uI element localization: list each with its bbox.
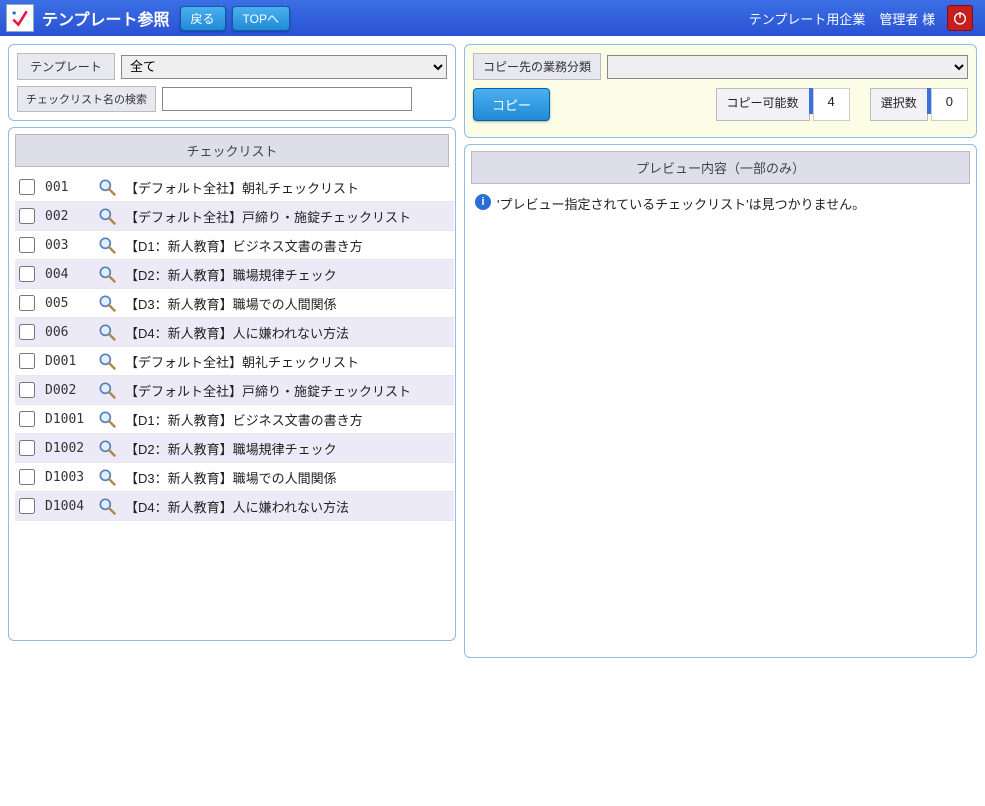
row-code: D1003	[45, 470, 89, 485]
logout-button[interactable]	[947, 5, 973, 31]
checklist-panel: チェックリスト 001 【デフォルト全社】朝礼チェックリスト 002 【デフォルト全社…	[8, 127, 456, 641]
row-title: 【デフォルト全社】戸締り・施錠チェックリスト	[125, 381, 450, 400]
table-row: 006 【D4：新人教育】人に嫌われない方法	[15, 318, 454, 347]
magnifier-icon[interactable]	[95, 438, 119, 458]
row-checkbox[interactable]	[19, 208, 35, 224]
table-row: D1001 【D1：新人教育】ビジネス文書の書き方	[15, 405, 454, 434]
row-code: 004	[45, 267, 89, 282]
app-logo	[6, 4, 34, 32]
topbar-right: テンプレート用企業 管理者 様	[735, 5, 973, 31]
copy-button[interactable]: コピー	[473, 88, 550, 121]
copy-category-label: コピー先の業務分類	[473, 53, 601, 80]
row-checkbox[interactable]	[19, 324, 35, 340]
search-label: チェックリスト名の検索	[17, 86, 156, 112]
magnifier-icon[interactable]	[95, 235, 119, 255]
magnifier-icon[interactable]	[95, 351, 119, 371]
magnifier-icon[interactable]	[95, 293, 119, 313]
row-code: D001	[45, 354, 89, 369]
row-checkbox[interactable]	[19, 382, 35, 398]
copy-category-select[interactable]	[607, 55, 968, 79]
row-code: D1001	[45, 412, 89, 427]
magnifier-icon[interactable]	[95, 322, 119, 342]
row-title: 【D4：新人教育】人に嫌われない方法	[125, 497, 450, 516]
checklist-body[interactable]: 001 【デフォルト全社】朝礼チェックリスト 002 【デフォルト全社】戸締り・施錠チ…	[15, 173, 454, 634]
row-title: 【D3：新人教育】職場での人間関係	[125, 294, 450, 313]
row-code: 001	[45, 180, 89, 195]
row-code: 003	[45, 238, 89, 253]
magnifier-icon[interactable]	[95, 467, 119, 487]
user-label: 管理者 様	[879, 9, 935, 28]
top-button[interactable]: TOPへ	[232, 6, 290, 31]
table-row: D1003 【D3：新人教育】職場での人間関係	[15, 463, 454, 492]
template-label: テンプレート	[17, 53, 115, 80]
checklist-header: チェックリスト	[15, 134, 449, 167]
row-title: 【D2：新人教育】職場規律チェック	[125, 439, 450, 458]
row-code: 006	[45, 325, 89, 340]
table-row: D1002 【D2：新人教育】職場規律チェック	[15, 434, 454, 463]
row-code: D1004	[45, 499, 89, 514]
preview-panel: プレビュー内容（一部のみ） i 'プレビュー指定されているチェックリスト'は見つ…	[464, 144, 977, 658]
row-code: D002	[45, 383, 89, 398]
row-checkbox[interactable]	[19, 411, 35, 427]
magnifier-icon[interactable]	[95, 206, 119, 226]
page-title: テンプレート参照	[42, 6, 170, 30]
company-label: テンプレート用企業	[749, 9, 866, 28]
row-code: D1002	[45, 441, 89, 456]
row-checkbox[interactable]	[19, 498, 35, 514]
row-code: 005	[45, 296, 89, 311]
row-title: 【D1：新人教育】ビジネス文書の書き方	[125, 236, 450, 255]
row-title: 【デフォルト全社】朝礼チェックリスト	[125, 178, 450, 197]
search-input[interactable]	[162, 87, 412, 111]
row-title: 【デフォルト全社】戸締り・施錠チェックリスト	[125, 207, 450, 226]
row-checkbox[interactable]	[19, 440, 35, 456]
table-row: D1004 【D4：新人教育】人に嫌われない方法	[15, 492, 454, 521]
magnifier-icon[interactable]	[95, 264, 119, 284]
row-title: 【D2：新人教育】職場規律チェック	[125, 265, 450, 284]
top-bar: テンプレート参照 戻る TOPへ テンプレート用企業 管理者 様	[0, 0, 985, 36]
template-select[interactable]: 全て	[121, 55, 447, 79]
table-row: 004 【D2：新人教育】職場規律チェック	[15, 260, 454, 289]
row-checkbox[interactable]	[19, 469, 35, 485]
power-icon	[952, 10, 968, 26]
row-title: 【デフォルト全社】朝礼チェックリスト	[125, 352, 450, 371]
table-row: D001 【デフォルト全社】朝礼チェックリスト	[15, 347, 454, 376]
selected-value: 0	[931, 88, 968, 121]
row-checkbox[interactable]	[19, 237, 35, 253]
table-row: 003 【D1：新人教育】ビジネス文書の書き方	[15, 231, 454, 260]
magnifier-icon[interactable]	[95, 380, 119, 400]
magnifier-icon[interactable]	[95, 177, 119, 197]
row-checkbox[interactable]	[19, 266, 35, 282]
row-title: 【D4：新人教育】人に嫌われない方法	[125, 323, 450, 342]
preview-header: プレビュー内容（一部のみ）	[471, 151, 970, 184]
row-checkbox[interactable]	[19, 179, 35, 195]
row-title: 【D3：新人教育】職場での人間関係	[125, 468, 450, 487]
back-button[interactable]: 戻る	[180, 6, 226, 31]
table-row: 005 【D3：新人教育】職場での人間関係	[15, 289, 454, 318]
preview-info-line: i 'プレビュー指定されているチェックリスト'は見つかりません。	[475, 194, 971, 213]
table-row: D002 【デフォルト全社】戸締り・施錠チェックリスト	[15, 376, 454, 405]
copy-box: コピー先の業務分類 コピー コピー可能数 4 選択数 0	[464, 44, 977, 138]
left-filter-box: テンプレート 全て チェックリスト名の検索	[8, 44, 456, 121]
table-row: 001 【デフォルト全社】朝礼チェックリスト	[15, 173, 454, 202]
row-checkbox[interactable]	[19, 353, 35, 369]
table-row: 002 【デフォルト全社】戸締り・施錠チェックリスト	[15, 202, 454, 231]
row-code: 002	[45, 209, 89, 224]
selected-label: 選択数	[870, 88, 928, 121]
row-checkbox[interactable]	[19, 295, 35, 311]
row-title: 【D1：新人教育】ビジネス文書の書き方	[125, 410, 450, 429]
magnifier-icon[interactable]	[95, 409, 119, 429]
copyable-label: コピー可能数	[716, 88, 810, 121]
magnifier-icon[interactable]	[95, 496, 119, 516]
copyable-value: 4	[813, 88, 850, 121]
preview-info-text: 'プレビュー指定されているチェックリスト'は見つかりません。	[497, 194, 865, 213]
info-icon: i	[475, 194, 491, 210]
preview-body[interactable]: i 'プレビュー指定されているチェックリスト'は見つかりません。	[471, 190, 975, 651]
